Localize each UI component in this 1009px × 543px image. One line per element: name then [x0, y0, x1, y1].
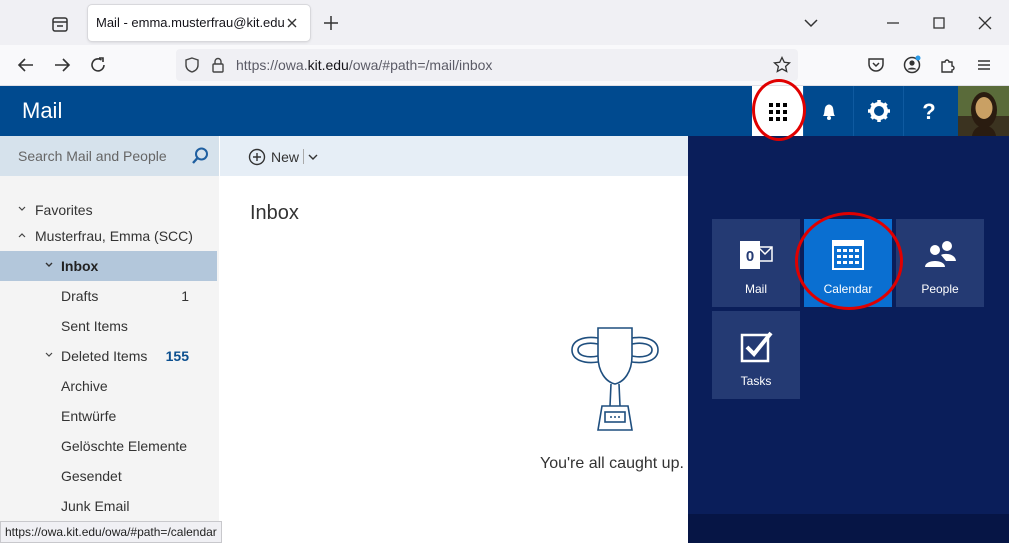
reload-icon[interactable]: [86, 53, 110, 77]
minimize-icon[interactable]: [880, 10, 906, 36]
launcher-tile-tasks[interactable]: Tasks: [712, 311, 800, 399]
outlook-icon: 0: [740, 241, 773, 269]
folder-gesendet[interactable]: Gesendet: [0, 461, 217, 491]
help-button[interactable]: ?: [903, 86, 953, 136]
folder-deleted-items[interactable]: Deleted Items 155: [0, 341, 217, 371]
folder-archive[interactable]: Archive: [0, 371, 217, 401]
chevron-down-icon[interactable]: [44, 350, 54, 360]
settings-button[interactable]: [853, 86, 903, 136]
tab-title: Mail - emma.musterfrau@kit.edu: [96, 15, 285, 30]
unread-count: 155: [165, 348, 189, 364]
avatar[interactable]: [958, 86, 1009, 136]
lock-icon[interactable]: [208, 55, 228, 75]
people-icon: [925, 241, 956, 267]
folder-geloeschte-elemente[interactable]: Gelöschte Elemente: [0, 431, 217, 461]
search-icon[interactable]: [190, 146, 210, 166]
app-launcher-panel: 0 Mail Calendar People Tasks: [688, 136, 1009, 543]
trophy-icon: [571, 327, 659, 431]
help-icon: ?: [922, 99, 935, 124]
folder-account[interactable]: Musterfrau, Emma (SCC): [0, 221, 217, 251]
tab-close-icon[interactable]: [282, 13, 302, 33]
address-bar[interactable]: https://owa.kit.edu/owa/#path=/mail/inbo…: [176, 49, 798, 81]
launcher-tile-mail[interactable]: 0 Mail: [712, 219, 800, 307]
pocket-icon[interactable]: [864, 53, 888, 77]
bookmark-star-icon[interactable]: [772, 55, 792, 75]
search-input[interactable]: Search Mail and People: [18, 148, 167, 164]
chevron-down-icon[interactable]: [17, 204, 27, 214]
folder-pane: Search Mail and People Favorites Musterf…: [0, 136, 219, 543]
launcher-footer: [688, 514, 1009, 543]
account-icon[interactable]: [900, 53, 924, 77]
back-icon[interactable]: [14, 53, 38, 77]
folder-drafts[interactable]: Drafts 1: [0, 281, 217, 311]
launcher-tile-people[interactable]: People: [896, 219, 984, 307]
chevron-down-icon[interactable]: [307, 151, 319, 163]
browser-tab-active[interactable]: Mail - emma.musterfrau@kit.edu: [88, 5, 310, 41]
owa-header: Mail ?: [0, 86, 1009, 136]
gear-icon: [868, 100, 890, 122]
folder-junk-email[interactable]: Junk Email: [0, 491, 217, 521]
url-text: https://owa.kit.edu/owa/#path=/mail/inbo…: [236, 57, 493, 73]
menu-icon[interactable]: [972, 53, 996, 77]
divider: [303, 149, 304, 164]
svg-text:0: 0: [746, 248, 754, 265]
page-title: Inbox: [250, 202, 299, 224]
folder-sent-items[interactable]: Sent Items: [0, 311, 217, 341]
close-window-icon[interactable]: [972, 10, 998, 36]
app-title[interactable]: Mail: [22, 98, 62, 124]
plus-circle-icon: [248, 148, 266, 166]
extensions-icon[interactable]: [936, 53, 960, 77]
folder-entwuerfe[interactable]: Entwürfe: [0, 401, 217, 431]
notifications-button[interactable]: [803, 86, 853, 136]
command-bar: New: [220, 136, 688, 176]
link-status-tooltip: https://owa.kit.edu/owa/#path=/calendar: [0, 521, 222, 543]
forward-icon[interactable]: [50, 53, 74, 77]
svg-text:?: ?: [922, 99, 935, 124]
highlight-ring-calendar: [795, 212, 903, 310]
folder-inbox[interactable]: Inbox: [0, 251, 217, 281]
chevron-down-icon[interactable]: [44, 260, 54, 270]
browser-tab-strip: Mail - emma.musterfrau@kit.edu: [0, 0, 1009, 45]
message-list-pane: Inbox You're all caught up.: [220, 176, 688, 543]
empty-state-message: You're all caught up.: [540, 455, 684, 472]
maximize-icon[interactable]: [926, 10, 952, 36]
browser-nav-bar: https://owa.kit.edu/owa/#path=/mail/inbo…: [0, 45, 1009, 86]
bell-icon: [823, 104, 835, 120]
unread-count: 1: [181, 288, 189, 304]
shield-icon[interactable]: [182, 55, 202, 75]
tasks-icon: [740, 331, 773, 363]
new-tab-icon[interactable]: [320, 12, 342, 34]
tab-list-icon[interactable]: [48, 12, 72, 36]
search-box[interactable]: Search Mail and People: [0, 136, 219, 176]
tab-overflow-chevron-icon[interactable]: [798, 10, 824, 36]
chevron-up-icon[interactable]: [17, 230, 27, 240]
highlight-ring-launcher: [752, 79, 806, 141]
